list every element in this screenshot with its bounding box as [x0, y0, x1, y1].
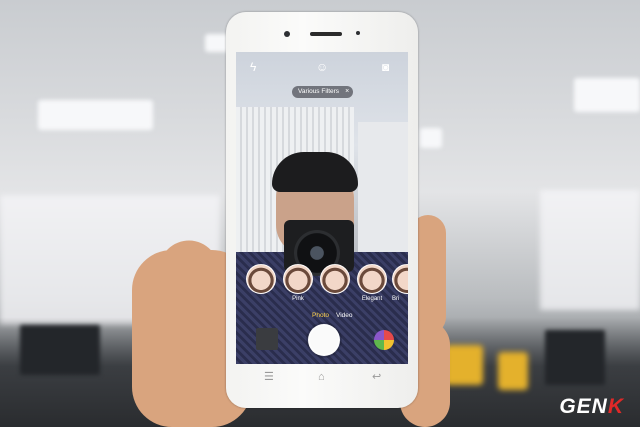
earpiece-speaker	[310, 32, 342, 36]
background-monitor	[545, 330, 605, 385]
logo-accent: K	[607, 395, 624, 418]
mode-video[interactable]: Video	[336, 312, 353, 319]
filter-label: Bri	[392, 296, 400, 302]
smartphone: ϟ ☺ ◙ Various Filters × Pink Elegant Bri…	[226, 12, 418, 408]
filter-item[interactable]	[320, 264, 350, 296]
back-key-icon[interactable]: ↩	[372, 372, 381, 383]
gallery-thumbnail[interactable]	[256, 328, 278, 350]
proximity-sensor	[356, 31, 360, 35]
filter-thumbnail	[246, 264, 276, 294]
background-monitor	[20, 325, 100, 375]
ceiling-light	[574, 78, 640, 112]
switch-camera-icon[interactable]: ◙	[382, 61, 389, 73]
camera-top-bar: ϟ ☺ ◙	[236, 52, 408, 82]
menu-key-icon[interactable]: ☰	[264, 372, 274, 383]
logo-text: GEN	[559, 395, 608, 418]
filter-item[interactable]	[246, 264, 276, 296]
filter-label: Elegant	[361, 296, 383, 302]
color-filter-icon[interactable]	[374, 330, 394, 350]
filter-item[interactable]: Bri	[392, 264, 408, 302]
filter-strip: Pink Elegant Bri	[236, 264, 408, 314]
yellow-object	[498, 352, 528, 390]
filter-item[interactable]: Elegant	[357, 264, 387, 302]
person-hair	[272, 152, 358, 192]
yellow-object	[445, 345, 483, 385]
face-beauty-icon[interactable]: ☺	[316, 61, 328, 73]
camera-viewfinder[interactable]: ϟ ☺ ◙ Various Filters × Pink Elegant Bri…	[236, 52, 408, 364]
filter-label: Pink	[292, 296, 304, 302]
close-icon[interactable]: ×	[345, 88, 349, 95]
filter-thumbnail	[392, 264, 408, 294]
home-key-icon[interactable]: ⌂	[318, 372, 325, 383]
filter-thumbnail	[357, 264, 387, 294]
mode-switcher: Photo Video	[236, 312, 408, 322]
mode-photo[interactable]: Photo	[312, 312, 329, 319]
filter-item[interactable]: Pink	[283, 264, 313, 302]
filter-chip-label: Various Filters	[298, 88, 340, 95]
genk-logo: GENK	[559, 395, 624, 419]
ceiling-light	[38, 100, 153, 130]
background-window	[540, 190, 640, 310]
shutter-button[interactable]	[308, 324, 340, 356]
filter-thumbnail	[283, 264, 313, 294]
filter-thumbnail	[320, 264, 350, 294]
filter-chip[interactable]: Various Filters ×	[292, 86, 354, 98]
flash-icon[interactable]: ϟ	[250, 61, 256, 73]
ceiling-light	[420, 128, 442, 148]
front-camera	[284, 31, 290, 37]
